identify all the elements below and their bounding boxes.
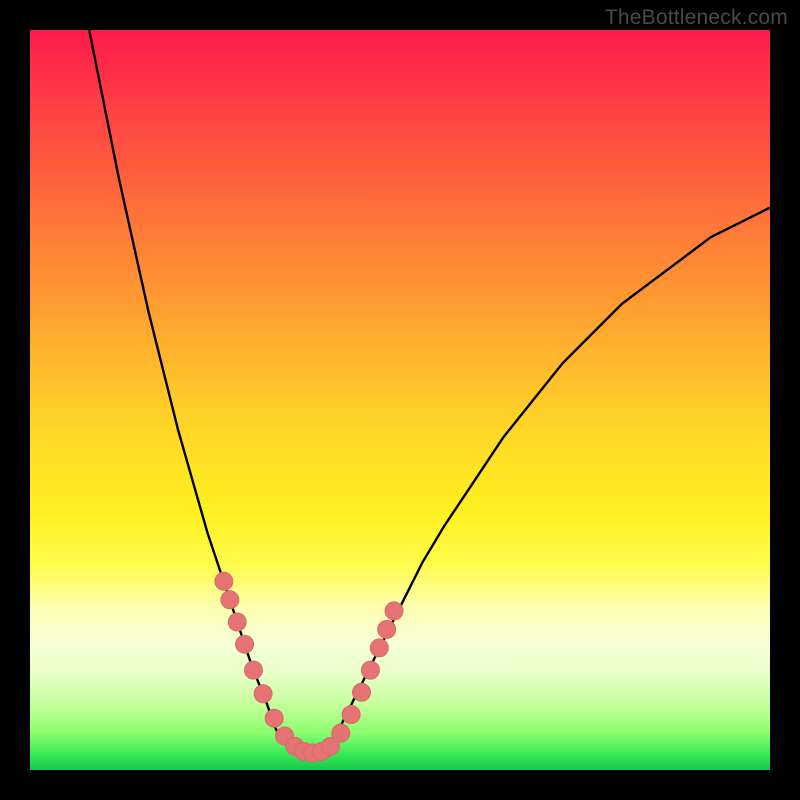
curve-marker xyxy=(265,709,283,727)
watermark-text: TheBottleneck.com xyxy=(605,6,788,30)
curve-group xyxy=(89,30,770,754)
curve-marker xyxy=(236,635,254,653)
curve-marker xyxy=(244,661,262,679)
chart-frame: TheBottleneck.com xyxy=(0,0,800,800)
curve-marker xyxy=(342,706,360,724)
curve-marker xyxy=(332,724,350,742)
marker-group xyxy=(215,572,403,762)
curve-marker xyxy=(361,661,379,679)
curve-marker xyxy=(215,572,233,590)
curve-marker xyxy=(378,620,396,638)
curve-marker xyxy=(370,639,388,657)
plot-area xyxy=(30,30,770,770)
curve-marker xyxy=(353,683,371,701)
curve-right-branch xyxy=(326,208,770,748)
curve-left-branch xyxy=(89,30,289,748)
curve-marker xyxy=(385,602,403,620)
curve-marker xyxy=(254,685,272,703)
curve-marker xyxy=(228,613,246,631)
bottleneck-curve-svg xyxy=(30,30,770,770)
curve-marker xyxy=(221,591,239,609)
